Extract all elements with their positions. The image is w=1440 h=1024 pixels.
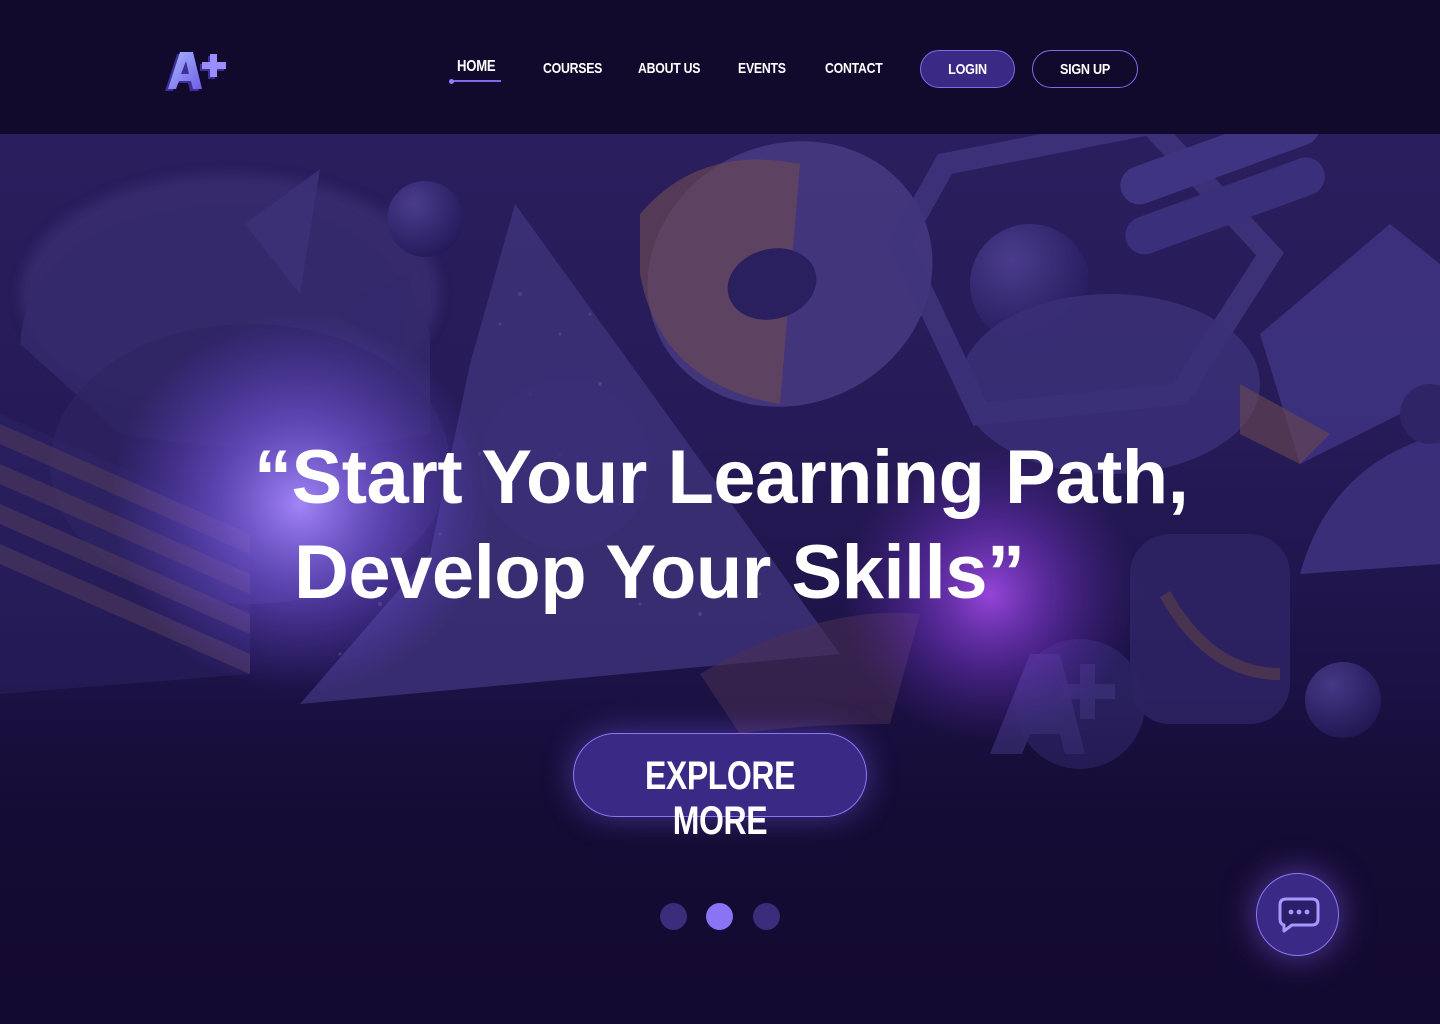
login-button[interactable]: LOGIN	[920, 50, 1015, 88]
hero-headline-line-2: Develop Your Skills”	[294, 530, 1025, 615]
chat-button[interactable]	[1256, 873, 1339, 956]
hero-headline: “Start Your Learning Path, Develop Your …	[254, 430, 1254, 620]
sign-up-button-label: SIGN UP	[1059, 61, 1111, 78]
a-plus-logo-icon[interactable]	[160, 44, 236, 94]
hero-section: “Start Your Learning Path, Develop Your …	[0, 134, 1440, 1024]
nav-contact[interactable]: CONTACT	[825, 60, 883, 84]
carousel-dot-1[interactable]	[660, 903, 687, 930]
explore-more-button-label: EXPLORE MORE	[644, 754, 796, 843]
nav-about-us[interactable]: ABOUT US	[638, 60, 701, 84]
hero-headline-line-1: “Start Your Learning Path,	[254, 435, 1189, 520]
explore-more-button[interactable]: EXPLORE MORE	[573, 733, 867, 843]
sign-up-button[interactable]: SIGN UP	[1032, 50, 1138, 88]
nav-events[interactable]: EVENTS	[738, 60, 786, 84]
chat-bubble-icon	[1278, 897, 1320, 933]
carousel-dot-2-active[interactable]	[706, 903, 733, 930]
nav-home[interactable]: HOME	[457, 58, 496, 82]
carousel-dot-3[interactable]	[753, 903, 780, 930]
landing-page: HOME COURSES ABOUT US EVENTS CONTACT LOG…	[0, 0, 1440, 1024]
top-navigation-bar: HOME COURSES ABOUT US EVENTS CONTACT LOG…	[0, 0, 1440, 134]
login-button-label: LOGIN	[948, 61, 987, 78]
active-nav-indicator	[452, 80, 501, 82]
active-nav-indicator-dot	[449, 79, 454, 84]
nav-courses[interactable]: COURSES	[543, 60, 602, 84]
